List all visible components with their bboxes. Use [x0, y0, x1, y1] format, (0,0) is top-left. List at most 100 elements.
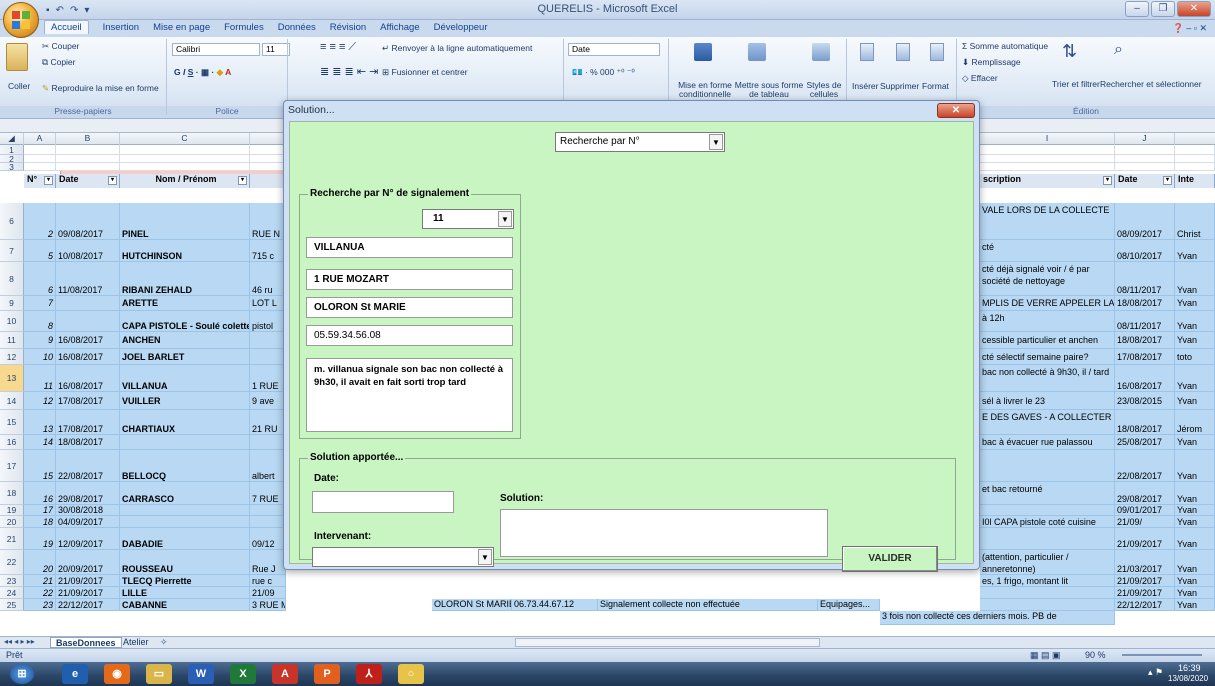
row-header[interactable]: 14 [0, 392, 24, 410]
tab-revision[interactable]: Révision [330, 22, 366, 34]
cell-n[interactable]: 8 [24, 311, 56, 332]
cell-date[interactable]: 20/09/2017 [56, 550, 120, 575]
cell-address[interactable]: 46 ru [250, 262, 286, 296]
header-date2[interactable]: Date ▾ [1115, 174, 1175, 188]
cell-nom[interactable] [120, 145, 250, 155]
cell-address[interactable]: RUE N [250, 203, 286, 240]
cell-date[interactable]: 17/08/2017 [56, 410, 120, 435]
cell-date[interactable]: 09/08/2017 [56, 203, 120, 240]
cell-nom[interactable] [120, 516, 250, 528]
cell-n[interactable]: 21 [24, 575, 56, 587]
cell-intervenant[interactable]: Yvan [1175, 550, 1215, 575]
indent-buttons[interactable]: ≣ ≣ ≣ ⇤ ⇥ [320, 65, 378, 78]
header-inte[interactable]: Inte [1175, 174, 1215, 188]
cell-date2[interactable]: 21/09/ [1115, 516, 1175, 528]
cell-row26-desc[interactable]: 3 fois non collecté ces derniers mois. P… [880, 611, 1115, 625]
row-header[interactable]: 19 [0, 505, 24, 516]
row-header[interactable]: 16 [0, 435, 24, 450]
access-icon[interactable]: A [272, 664, 298, 684]
report-number-select[interactable]: 11 ▼ [422, 209, 514, 229]
cell-description[interactable] [980, 528, 1115, 550]
cell-n[interactable]: 5 [24, 240, 56, 262]
cell-description[interactable] [980, 450, 1115, 482]
cell-nom[interactable]: ANCHEN [120, 332, 250, 349]
table-format-button[interactable]: Mettre sous forme de tableau [734, 81, 804, 99]
font-format-buttons[interactable]: G I S · ▦ · ◆ A [174, 67, 231, 78]
new-sheet-icon[interactable]: ✧ [160, 637, 168, 648]
cell-nom[interactable] [120, 435, 250, 450]
sheet-tab-atelier[interactable]: Atelier [118, 637, 154, 648]
cell-description[interactable]: et bac retourné [980, 482, 1115, 505]
cell-date2[interactable]: 17/08/2017 [1115, 349, 1175, 365]
name-field[interactable]: VILLANUA [306, 237, 513, 258]
cell-date[interactable]: 22/12/2017 [56, 599, 120, 611]
cell-date[interactable] [56, 163, 120, 171]
cell-date[interactable] [56, 311, 120, 332]
header-description[interactable]: scription ▾ [980, 174, 1115, 188]
cell-address[interactable] [250, 516, 286, 528]
cell-date[interactable]: 16/08/2017 [56, 365, 120, 392]
cell-date2[interactable]: 08/11/2017 [1115, 262, 1175, 296]
row-header[interactable]: 13 [0, 365, 24, 392]
cell-description[interactable]: cessible particulier et anchen [980, 332, 1115, 349]
chevron-down-icon[interactable]: ▼ [498, 211, 512, 227]
cell-address[interactable] [250, 349, 286, 365]
cell-n[interactable]: 6 [24, 262, 56, 296]
cell-date[interactable] [56, 145, 120, 155]
explorer-icon[interactable]: ▭ [146, 664, 172, 684]
cell-intervenant[interactable]: Yvan [1175, 450, 1215, 482]
cell-date2[interactable]: 22/12/2017 [1115, 599, 1175, 611]
cell-intervenant[interactable]: Yvan [1175, 332, 1215, 349]
cell-date2[interactable]: 25/08/2017 [1115, 435, 1175, 450]
tab-accueil[interactable]: Accueil [44, 20, 89, 34]
cell-nom[interactable]: TLECQ Pierrette [120, 575, 250, 587]
validate-button[interactable]: VALIDER [842, 546, 938, 572]
intervenant-select[interactable]: ▼ [312, 547, 494, 567]
cell-intervenant[interactable] [1175, 163, 1215, 171]
cell-intervenant[interactable]: Yvan [1175, 240, 1215, 262]
cell-n[interactable]: 20 [24, 550, 56, 575]
header-nom[interactable]: Nom / Prénom ▾ [120, 174, 250, 188]
cell-nom[interactable]: CARRASCO [120, 482, 250, 505]
column-header-a[interactable]: A [24, 133, 56, 145]
cell-description[interactable] [980, 505, 1115, 516]
cell-intervenant[interactable]: Yvan [1175, 296, 1215, 311]
cell-intervenant[interactable]: Yvan [1175, 599, 1215, 611]
address-field[interactable]: 1 RUE MOZART [306, 269, 513, 290]
cell-nom[interactable]: CABANNE [120, 599, 250, 611]
tab-developpeur[interactable]: Développeur [434, 22, 488, 34]
cell-date[interactable] [56, 296, 120, 311]
cell-date2[interactable]: 21/03/2017 [1115, 550, 1175, 575]
row-header[interactable]: 11 [0, 332, 24, 349]
cell-styles-button[interactable]: Styles de cellules [804, 81, 844, 99]
row-header[interactable]: 10 [0, 311, 24, 332]
cell-n[interactable]: 9 [24, 332, 56, 349]
autosum-button[interactable]: Σ Somme automatique [962, 41, 1048, 51]
chevron-down-icon[interactable]: ▼ [478, 549, 492, 565]
row-header[interactable]: 7 [0, 240, 24, 262]
row-header[interactable]: 6 [0, 203, 24, 240]
cell-date[interactable]: 21/09/2017 [56, 587, 120, 599]
cell-n[interactable]: 18 [24, 516, 56, 528]
row-header[interactable]: 22 [0, 550, 24, 575]
cell-nom[interactable] [120, 505, 250, 516]
row-header[interactable]: 17 [0, 450, 24, 482]
fill-button[interactable]: ⬇ Remplissage [962, 57, 1021, 68]
cell-description[interactable]: bac à évacuer rue palassou [980, 435, 1115, 450]
powerpoint-icon[interactable]: P [314, 664, 340, 684]
excel-icon[interactable]: X [230, 664, 256, 684]
format-painter-button[interactable]: ✎ Reproduire la mise en forme [42, 83, 159, 94]
sheet-tab-basedonnees[interactable]: BaseDonnees [50, 637, 122, 648]
cell-nom[interactable]: CAPA PISTOLE - Soulé colette [120, 311, 250, 332]
date-input[interactable] [312, 491, 454, 513]
cell-description[interactable]: bac non collecté à 9h30, il / tard [980, 365, 1115, 392]
row-header[interactable]: 24 [0, 587, 24, 599]
cell-description[interactable]: cté [980, 240, 1115, 262]
cell-nom[interactable]: BELLOCQ [120, 450, 250, 482]
horizontal-scrollbar[interactable] [515, 638, 820, 647]
insert-cells-icon[interactable] [860, 43, 874, 61]
cell-n[interactable]: 12 [24, 392, 56, 410]
cell-nom[interactable]: PINEL [120, 203, 250, 240]
cell-date[interactable]: 29/08/2017 [56, 482, 120, 505]
cell-date2[interactable]: 09/01/2017 [1115, 505, 1175, 516]
